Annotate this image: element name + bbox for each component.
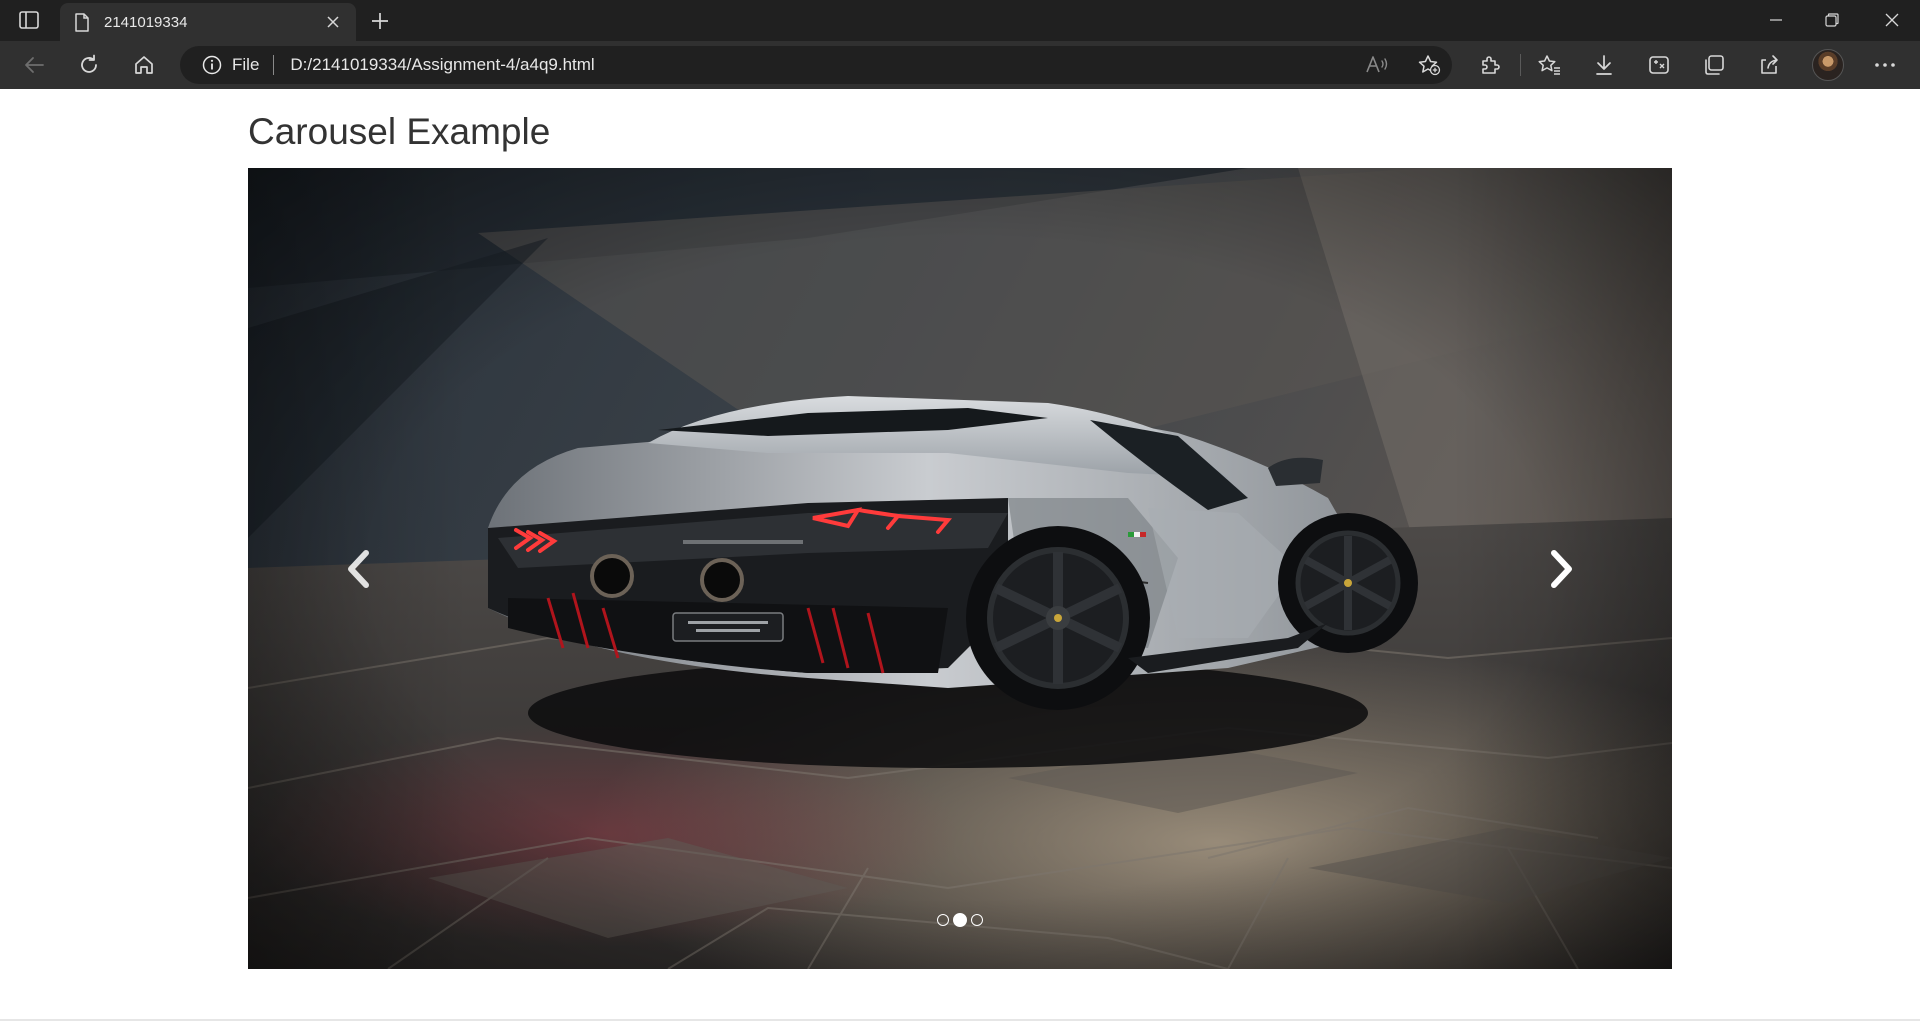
minimize-icon [1770, 19, 1782, 21]
carousel-indicator-2[interactable] [953, 913, 967, 927]
share-button[interactable] [1751, 48, 1787, 82]
carousel-indicators [248, 913, 1672, 927]
math-solver-button[interactable] [1641, 48, 1677, 82]
url-text[interactable]: D:/2141019334/Assignment-4/a4q9.html [290, 55, 594, 75]
close-window-icon [1885, 13, 1899, 27]
page-content: Carousel Example [0, 89, 1920, 1021]
minimize-button[interactable] [1748, 0, 1804, 40]
read-aloud-button[interactable] [1362, 52, 1392, 78]
more-icon [1875, 63, 1895, 67]
extensions-button[interactable] [1472, 48, 1508, 82]
address-separator [273, 55, 275, 75]
chevron-right-icon [1551, 549, 1572, 588]
site-info-label: File [232, 55, 260, 74]
read-aloud-icon [1366, 56, 1388, 73]
puzzle-icon [1482, 56, 1500, 74]
info-icon [202, 55, 222, 75]
settings-menu-button[interactable] [1867, 48, 1903, 82]
add-favorite-button[interactable] [1414, 52, 1444, 78]
site-info-button[interactable]: File [202, 46, 259, 84]
profile-avatar[interactable] [1812, 49, 1844, 81]
carousel-next-control[interactable] [1452, 168, 1672, 969]
arrow-left-icon [25, 57, 44, 73]
carousel [248, 168, 1672, 969]
carousel-indicator-3[interactable] [971, 914, 983, 926]
favorites-icon [1538, 55, 1560, 75]
plus-icon [372, 13, 388, 29]
share-icon [1761, 55, 1778, 74]
page-title: Carousel Example [248, 111, 551, 152]
refresh-button[interactable] [71, 48, 107, 82]
favorites-button[interactable] [1531, 48, 1567, 82]
tab-title: 2141019334 [104, 13, 188, 31]
tab-actions-menu-button[interactable] [14, 8, 44, 32]
math-solver-icon [1649, 56, 1669, 74]
carousel-indicator-1[interactable] [937, 914, 949, 926]
downloads-button[interactable] [1586, 48, 1622, 82]
close-icon [327, 16, 339, 28]
download-icon [1596, 55, 1612, 75]
file-icon [75, 12, 89, 32]
tab-actions-icon [19, 11, 39, 29]
star-add-icon [1418, 55, 1441, 76]
collections-icon [1705, 55, 1724, 75]
restore-icon [1825, 13, 1839, 27]
home-icon [135, 56, 153, 74]
back-button[interactable] [16, 48, 52, 82]
tab-close-button[interactable] [322, 11, 344, 33]
chevron-left-icon [348, 549, 369, 588]
home-button[interactable] [126, 48, 162, 82]
restore-button[interactable] [1804, 0, 1860, 40]
new-tab-button[interactable] [366, 8, 394, 34]
carousel-prev-control[interactable] [248, 168, 468, 969]
toolbar-divider [1520, 54, 1521, 76]
refresh-icon [81, 54, 97, 73]
browser-toolbar: File D:/2141019334/Assignment-4/a4q9.htm… [0, 41, 1920, 89]
close-window-button[interactable] [1864, 0, 1920, 40]
address-bar[interactable]: File D:/2141019334/Assignment-4/a4q9.htm… [180, 46, 1452, 84]
active-tab[interactable]: 2141019334 [60, 3, 356, 41]
collections-button[interactable] [1696, 48, 1732, 82]
browser-title-bar: 2141019334 [0, 0, 1920, 41]
